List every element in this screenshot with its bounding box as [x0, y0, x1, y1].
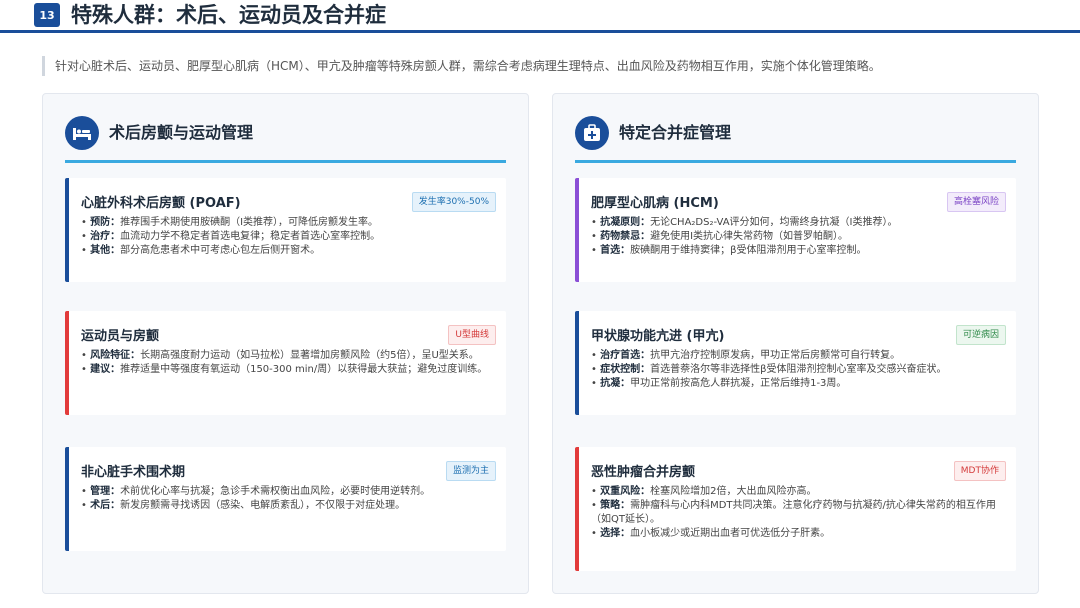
- card-title: 运动员与房颤: [81, 329, 160, 344]
- list-item: • 建议：推荐适量中等强度有氧运动（150-300 min/周）以获得最大获益；…: [81, 364, 488, 375]
- card-athletes: 运动员与房颤 U型曲线 • 风险特征：长期高强度耐力运动（如马拉松）显著增加房颤…: [65, 311, 506, 415]
- card-points: • 管理：术前优化心率与抗凝；急诊手术需权衡出血风险，必要时使用逆转剂。 • 术…: [81, 485, 491, 513]
- list-item: • 药物禁忌：避免使用I类抗心律失常药物（如普罗帕酮）。: [591, 231, 849, 242]
- card-badge: 高栓塞风险: [946, 192, 1006, 212]
- card-title: 肥厚型心肌病 (HCM): [591, 196, 719, 211]
- card-points: • 风险特征：长期高强度耐力运动（如马拉松）显著增加房颤风险（约5倍），呈U型关…: [81, 349, 491, 377]
- card-malignancy: 恶性肿瘤合并房颤 MDT协作 • 双重风险：栓塞风险增加2倍，大出血风险亦高。 …: [575, 447, 1016, 571]
- card-hyperthyroidism: 甲状腺功能亢进 (甲亢) 可逆病因 • 治疗首选：抗甲亢治疗控制原发病，甲功正常…: [575, 311, 1016, 415]
- surgery-bed-icon: [65, 116, 99, 150]
- list-item: • 症状控制：首选普萘洛尔等非选择性β受体阻滞剂控制心室率及交感兴奋症状。: [591, 364, 947, 375]
- card-poaf: 心脏外科术后房颤 (POAF) 发生率30%-50% • 预防：推荐围手术期使用…: [65, 178, 506, 282]
- card-points: • 治疗首选：抗甲亢治疗控制原发病，甲功正常后房颤常可自行转复。 • 症状控制：…: [591, 349, 1001, 391]
- card-points: • 预防：推荐围手术期使用胺碘酮（I类推荐），可降低房颤发生率。 • 治疗：血流…: [81, 216, 491, 258]
- list-item: • 治疗首选：抗甲亢治疗控制原发病，甲功正常后房颤常可自行转复。: [591, 350, 901, 361]
- list-item: • 风险特征：长期高强度耐力运动（如马拉松）显著增加房颤风险（约5倍），呈U型关…: [81, 350, 479, 361]
- card-title: 心脏外科术后房颤 (POAF): [81, 196, 241, 211]
- card-title: 甲状腺功能亢进 (甲亢): [591, 329, 725, 344]
- page-header: 13 特殊人群：术后、运动员及合并症: [0, 0, 1080, 33]
- page-title: 特殊人群：术后、运动员及合并症: [71, 3, 386, 27]
- left-panel-header: 术后房颤与运动管理: [65, 116, 506, 163]
- list-item: • 双重风险：栓塞风险增加2倍，大出血风险亦高。: [591, 486, 817, 497]
- card-badge: 监测为主: [445, 461, 496, 481]
- card-title: 恶性肿瘤合并房颤: [591, 465, 696, 480]
- card-hcm: 肥厚型心肌病 (HCM) 高栓塞风险 • 抗凝原则：无论CHA₂DS₂-VA评分…: [575, 178, 1016, 282]
- page-number: 13: [34, 3, 60, 27]
- right-panel-header: 特定合并症管理: [575, 116, 1016, 163]
- card-title: 非心脏手术围术期: [81, 465, 186, 480]
- left-panel: 术后房颤与运动管理 心脏外科术后房颤 (POAF) 发生率30%-50% • 预…: [42, 93, 529, 594]
- list-item: • 预防：推荐围手术期使用胺碘酮（I类推荐），可降低房颤发生率。: [81, 217, 379, 228]
- list-item: • 策略：需肿瘤科与心内科MDT共同决策。注意化疗药物与抗凝药/抗心律失常药的相…: [591, 500, 996, 525]
- list-item: • 管理：术前优化心率与抗凝；急诊手术需权衡出血风险，必要时使用逆转剂。: [81, 486, 431, 497]
- list-item: • 选择：血小板减少或近期出血者可优选低分子肝素。: [591, 528, 831, 539]
- list-item: • 抗凝：甲功正常前按高危人群抗凝，正常后维持1-3周。: [591, 378, 847, 389]
- medical-kit-icon: [575, 116, 609, 150]
- card-noncardiac-surgery: 非心脏手术围术期 监测为主 • 管理：术前优化心率与抗凝；急诊手术需权衡出血风险…: [65, 447, 506, 551]
- list-item: • 抗凝原则：无论CHA₂DS₂-VA评分如何，均需终身抗凝（I类推荐）。: [591, 217, 898, 228]
- card-points: • 双重风险：栓塞风险增加2倍，大出血风险亦高。 • 策略：需肿瘤科与心内科MD…: [591, 485, 1001, 541]
- right-panel: 特定合并症管理 肥厚型心肌病 (HCM) 高栓塞风险 • 抗凝原则：无论CHA₂…: [552, 93, 1039, 594]
- list-item: • 首选：胺碘酮用于维持窦律；β受体阻滞剂用于心室率控制。: [591, 245, 867, 256]
- card-points: • 抗凝原则：无论CHA₂DS₂-VA评分如何，均需终身抗凝（I类推荐）。 • …: [591, 216, 1001, 258]
- left-panel-title: 术后房颤与运动管理: [109, 123, 254, 142]
- card-badge: 发生率30%-50%: [411, 192, 496, 212]
- card-badge: 可逆病因: [955, 325, 1006, 345]
- list-item: • 术后：新发房颤需寻找诱因（感染、电解质紊乱），不仅限于对症处理。: [81, 500, 406, 511]
- list-item: • 治疗：血流动力学不稳定者首选电复律；稳定者首选心室率控制。: [81, 231, 381, 242]
- card-badge: MDT协作: [953, 461, 1006, 481]
- card-badge: U型曲线: [448, 325, 496, 345]
- intro-text: 针对心脏术后、运动员、肥厚型心肌病（HCM）、甲亢及肿瘤等特殊房颤人群，需综合考…: [42, 56, 1055, 76]
- list-item: • 其他：部分高危患者术中可考虑心包左后侧开窗术。: [81, 245, 321, 256]
- right-panel-title: 特定合并症管理: [619, 123, 732, 142]
